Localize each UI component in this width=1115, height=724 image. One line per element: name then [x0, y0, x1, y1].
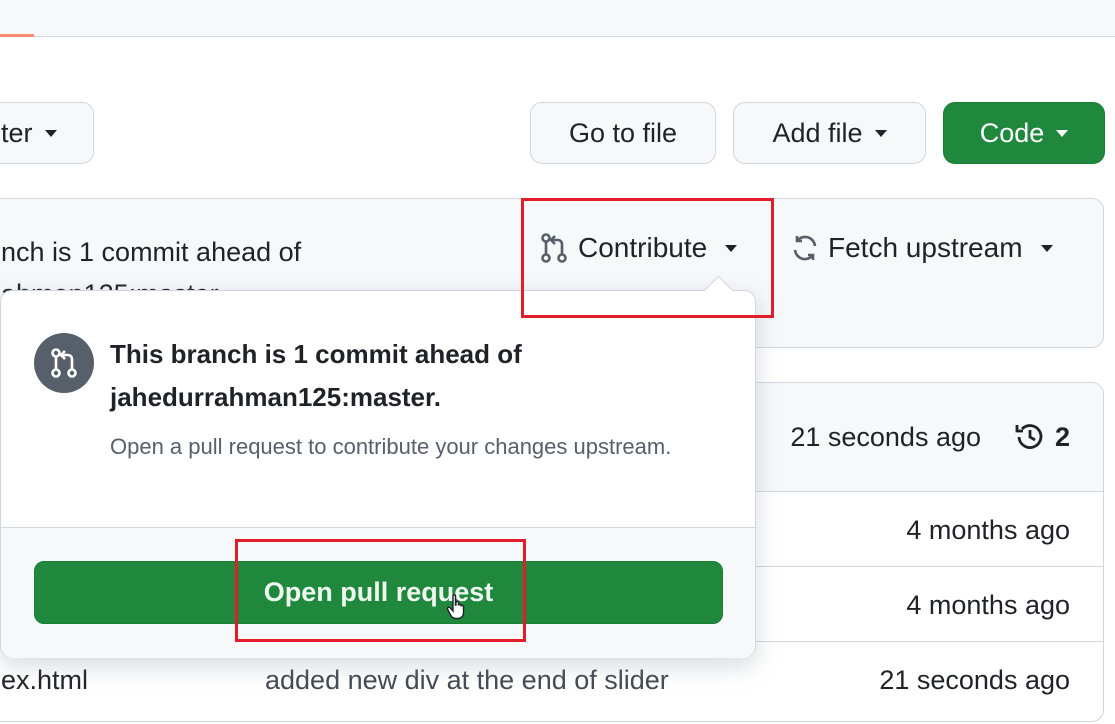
caret-down-icon	[44, 129, 57, 137]
file-time: 4 months ago	[906, 515, 1070, 545]
commit-message[interactable]: added new div at the end of slider	[265, 665, 669, 696]
add-file-label: Add file	[772, 117, 863, 148]
file-time: 4 months ago	[906, 590, 1070, 620]
popover-description: Open a pull request to contribute your c…	[110, 434, 672, 459]
popover-upstream: jahedurrahman125:master.	[110, 382, 441, 412]
repo-nav	[0, 0, 1115, 37]
latest-commit-time: 21 seconds ago	[790, 422, 981, 452]
git-pull-request-icon	[34, 333, 94, 393]
highlight-box-contribute	[521, 198, 774, 318]
popover-title: This branch is 1 commit ahead of	[110, 339, 522, 369]
code-label: Code	[979, 117, 1045, 148]
history-icon	[1015, 424, 1043, 449]
caret-down-icon	[1056, 129, 1069, 137]
active-tab-underline	[0, 34, 34, 37]
file-name[interactable]: ex.html	[1, 665, 88, 696]
fetch-upstream-label: Fetch upstream	[828, 232, 1023, 263]
branch-status-text: nch is 1 commit ahead of	[1, 237, 302, 267]
add-file-button[interactable]: Add file	[733, 102, 926, 164]
file-time: 21 seconds ago	[879, 665, 1070, 695]
hand-pointer-icon	[446, 594, 465, 620]
code-button[interactable]: Code	[943, 102, 1105, 164]
history-button[interactable]: 2	[1013, 420, 1070, 454]
sync-icon	[793, 235, 817, 261]
branch-select-button[interactable]: ter	[0, 102, 94, 164]
fetch-upstream-button[interactable]: Fetch upstream	[790, 232, 1053, 264]
go-to-file-button[interactable]: Go to file	[530, 102, 716, 164]
highlight-box-open-pr	[235, 539, 526, 642]
commit-count: 2	[1054, 421, 1070, 452]
go-to-file-label: Go to file	[568, 117, 678, 148]
caret-down-icon	[874, 129, 887, 137]
branch-label: ter	[1, 117, 33, 148]
caret-down-icon	[1040, 244, 1053, 252]
